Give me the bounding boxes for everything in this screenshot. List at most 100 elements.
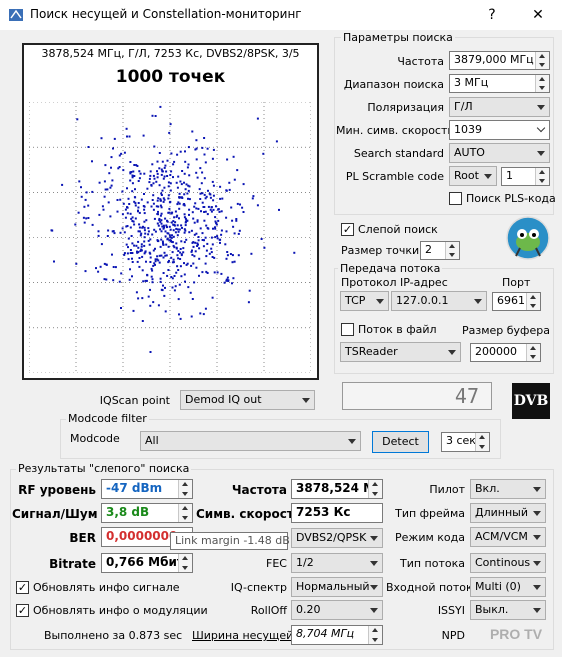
constellation-point — [180, 224, 183, 227]
constellation-point — [143, 244, 146, 247]
constellation-point — [144, 251, 147, 254]
modcode-select[interactable]: All — [140, 431, 361, 451]
constellation-point — [174, 231, 177, 234]
modulation-select[interactable]: DVBS2/QPSK — [291, 528, 383, 548]
constellation-point — [169, 123, 172, 126]
constellation-point — [232, 155, 235, 158]
constellation-point — [118, 280, 121, 283]
iqscan-select[interactable]: Demod IQ out — [180, 390, 315, 410]
code-mode-select[interactable]: ACM/VCM — [470, 527, 546, 547]
constellation-point — [146, 187, 149, 190]
constellation-point — [145, 219, 148, 222]
constellation-panel: 3878,524 МГц, Г/Л, 7253 Кс, DVBS2/8PSK, … — [22, 43, 319, 380]
constellation-point — [201, 201, 204, 204]
constellation-point — [151, 199, 154, 201]
constellation-point — [142, 205, 145, 207]
bandwidth-label[interactable]: Ширина несущей — [192, 629, 293, 642]
constellation-point — [178, 192, 181, 195]
constellation-point — [220, 272, 223, 275]
constellation-point — [111, 179, 114, 182]
freq-input[interactable]: 3879,000 МГц — [449, 51, 550, 70]
constellation-point — [191, 298, 194, 300]
issyi-select[interactable]: Выкл. — [470, 600, 546, 620]
constellation-point — [143, 220, 146, 223]
constellation-point — [147, 295, 150, 298]
constellation-point — [216, 271, 219, 274]
constellation-point — [199, 167, 202, 170]
constellation-point — [168, 259, 170, 262]
result-symrate-value: 7253 Кс — [291, 503, 383, 523]
detect-button[interactable]: Detect — [372, 431, 429, 453]
constellation-point — [215, 205, 217, 208]
constellation-point — [170, 240, 173, 243]
buffer-size-input[interactable]: 200000 — [470, 343, 541, 362]
protocol-select[interactable]: TCP — [340, 291, 389, 311]
constellation-point — [127, 237, 130, 240]
polarization-label: Поляризация — [367, 101, 444, 114]
constellation-point — [153, 217, 156, 220]
stream-type-select[interactable]: Continous — [470, 553, 546, 573]
constellation-point — [166, 159, 169, 162]
pls-mode-select[interactable]: Root — [449, 166, 497, 186]
frame-type-select[interactable]: Длинный — [470, 503, 546, 523]
reader-select[interactable]: TSReader — [340, 342, 461, 362]
constellation-point — [126, 135, 128, 138]
blind-search-checkbox[interactable]: ✓ — [341, 223, 354, 236]
pilot-select[interactable]: Вкл. — [470, 479, 546, 499]
constellation-point — [178, 313, 180, 316]
constellation-point — [238, 229, 241, 232]
port-input[interactable]: 6961 — [492, 292, 541, 311]
update-signal-checkbox[interactable]: ✓ — [16, 581, 29, 594]
ip-select[interactable]: 127.0.0.1 — [391, 291, 487, 311]
constellation-point — [176, 228, 179, 231]
constellation-point — [170, 212, 173, 215]
constellation-point — [140, 245, 143, 248]
min-symrate-select[interactable]: 1039 — [449, 120, 550, 140]
constellation-point — [160, 192, 163, 195]
iq-spectrum-select[interactable]: Нормальный — [291, 577, 383, 597]
constellation-point — [142, 280, 145, 283]
rolloff-select[interactable]: 0.20 — [291, 600, 383, 620]
constellation-point — [154, 260, 157, 263]
constellation-point — [123, 151, 126, 154]
fec-select[interactable]: 1/2 — [291, 553, 383, 573]
file-stream-checkbox[interactable] — [341, 323, 354, 336]
constellation-point — [186, 219, 189, 222]
close-button[interactable]: ✕ — [516, 0, 560, 30]
point-size-input[interactable]: 2 — [420, 241, 460, 260]
constellation-point — [177, 230, 180, 233]
constellation-point — [105, 278, 108, 281]
constellation-point — [98, 181, 101, 184]
constellation-point — [162, 224, 165, 227]
pls-search-checkbox[interactable] — [449, 192, 462, 205]
search-standard-select[interactable]: AUTO — [449, 143, 550, 163]
constellation-point — [216, 235, 219, 238]
constellation-point — [168, 201, 171, 204]
range-input[interactable]: 3 МГц — [449, 74, 550, 93]
constellation-point — [193, 281, 196, 284]
interval-spinner[interactable]: 3 сек — [441, 432, 490, 452]
constellation-point — [163, 166, 166, 169]
constellation-point — [100, 137, 103, 140]
constellation-point — [212, 148, 215, 151]
constellation-point — [293, 251, 296, 254]
constellation-point — [250, 252, 253, 255]
constellation-point — [205, 270, 208, 273]
pls-label: PL Scramble code — [345, 170, 444, 183]
constellation-point — [188, 174, 191, 177]
constellation-point — [132, 309, 135, 312]
constellation-point — [80, 186, 82, 189]
update-mod-checkbox[interactable]: ✓ — [16, 604, 29, 617]
constellation-point — [162, 242, 164, 245]
polarization-select[interactable]: Г/Л — [449, 97, 550, 117]
constellation-point — [210, 247, 213, 250]
help-button[interactable]: ? — [470, 0, 514, 30]
link-margin-tooltip: Link margin -1.48 dB — [170, 532, 290, 550]
constellation-point — [209, 196, 212, 199]
constellation-point — [174, 285, 177, 288]
input-stream-select[interactable]: Multi (0) — [470, 577, 546, 597]
pls-code-input[interactable]: 1 — [501, 167, 550, 186]
constellation-point — [166, 219, 168, 222]
file-stream-label: Поток в файл — [358, 323, 437, 336]
constellation-point — [143, 240, 146, 243]
